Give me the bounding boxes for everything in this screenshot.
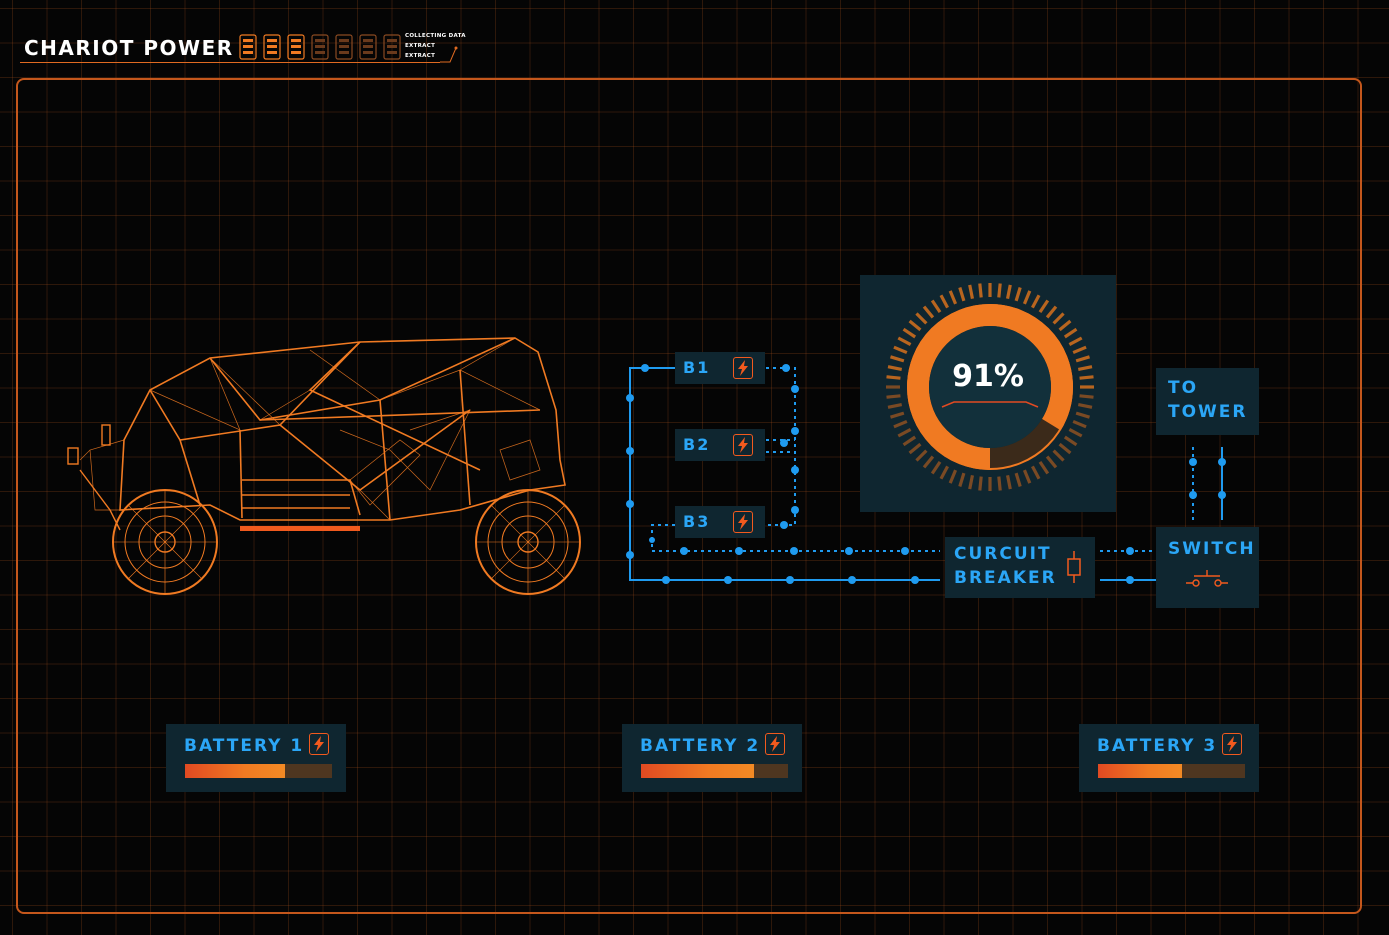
tower-label-line1: TO — [1168, 378, 1199, 398]
breaker-symbol-icon — [1067, 551, 1081, 583]
battery-label: BATTERY 3 — [1097, 736, 1218, 756]
branch-label: B3 — [683, 512, 711, 531]
battery-level-fill — [1098, 764, 1182, 778]
power-gauge-panel: 91% — [860, 275, 1116, 512]
switch-label: SWITCH — [1168, 539, 1256, 559]
battery-level-bar — [641, 764, 788, 778]
switch-panel[interactable]: SWITCH — [1156, 527, 1259, 608]
circuit-breaker-panel[interactable]: CURCUIT BREAKER — [945, 537, 1095, 598]
battery-3-panel[interactable]: BATTERY 3 — [1079, 724, 1259, 792]
branch-label: B1 — [683, 358, 711, 377]
switch-symbol-icon — [1186, 570, 1228, 587]
battery-level-bar — [1098, 764, 1245, 778]
lightning-bolt-icon — [733, 511, 753, 533]
branch-label: B2 — [683, 435, 711, 454]
branch-b2[interactable]: B2 — [675, 429, 765, 461]
tower-label-line2: TOWER — [1168, 402, 1248, 422]
lightning-bolt-icon — [733, 357, 753, 379]
battery-label: BATTERY 1 — [184, 736, 305, 756]
battery-1-panel[interactable]: BATTERY 1 — [166, 724, 346, 792]
to-tower-panel[interactable]: TO TOWER — [1156, 368, 1259, 435]
battery-2-panel[interactable]: BATTERY 2 — [622, 724, 802, 792]
circuit-diagram — [626, 364, 1226, 584]
lightning-bolt-icon — [765, 733, 785, 755]
gauge-value: 91% — [952, 359, 1024, 394]
lightning-bolt-icon — [733, 434, 753, 456]
battery-label: BATTERY 2 — [640, 736, 761, 756]
breaker-label-line2: BREAKER — [954, 568, 1057, 588]
breaker-label-line1: CURCUIT — [954, 544, 1052, 564]
lightning-bolt-icon — [1222, 733, 1242, 755]
branch-b1[interactable]: B1 — [675, 352, 765, 384]
battery-level-fill — [641, 764, 755, 778]
battery-level-bar — [185, 764, 332, 778]
branch-b3[interactable]: B3 — [675, 506, 765, 538]
lightning-bolt-icon — [309, 733, 329, 755]
battery-level-fill — [185, 764, 285, 778]
